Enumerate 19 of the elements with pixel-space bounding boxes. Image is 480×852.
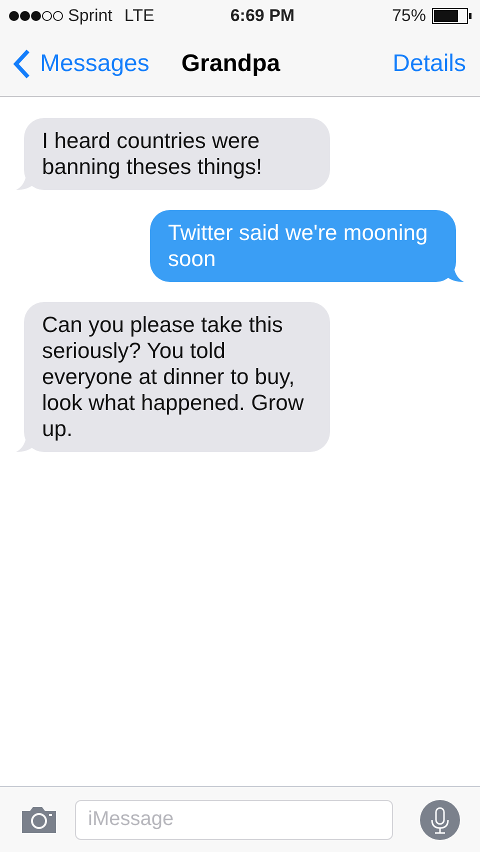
details-button[interactable]: Details xyxy=(392,46,466,82)
bubble-tail-icon xyxy=(16,176,34,190)
battery-icon xyxy=(432,8,472,24)
message-bubble: Can you please take this seriously? You told everyone at dinner to buy, look what happened. Grow up. xyxy=(24,302,330,452)
microphone-icon[interactable] xyxy=(420,800,460,840)
signal-icon xyxy=(8,10,64,22)
bubble-tail-icon xyxy=(16,438,34,452)
back-button[interactable]: Messages xyxy=(12,46,150,82)
camera-icon[interactable] xyxy=(20,806,58,834)
network-label: LTE xyxy=(124,5,154,28)
chevron-left-icon xyxy=(12,48,32,80)
message-input[interactable]: iMessage xyxy=(75,800,393,840)
battery-percent: 75% xyxy=(392,5,426,28)
carrier-label: Sprint xyxy=(68,5,112,28)
clock: 6:69 PM xyxy=(230,5,295,28)
bubble-tail-icon xyxy=(446,268,464,282)
message-bubble: Twitter said we're mooning soon xyxy=(150,210,456,282)
message-bubble: I heard countries were banning theses things! xyxy=(24,118,330,190)
conversation-title: Grandpa xyxy=(181,49,280,79)
